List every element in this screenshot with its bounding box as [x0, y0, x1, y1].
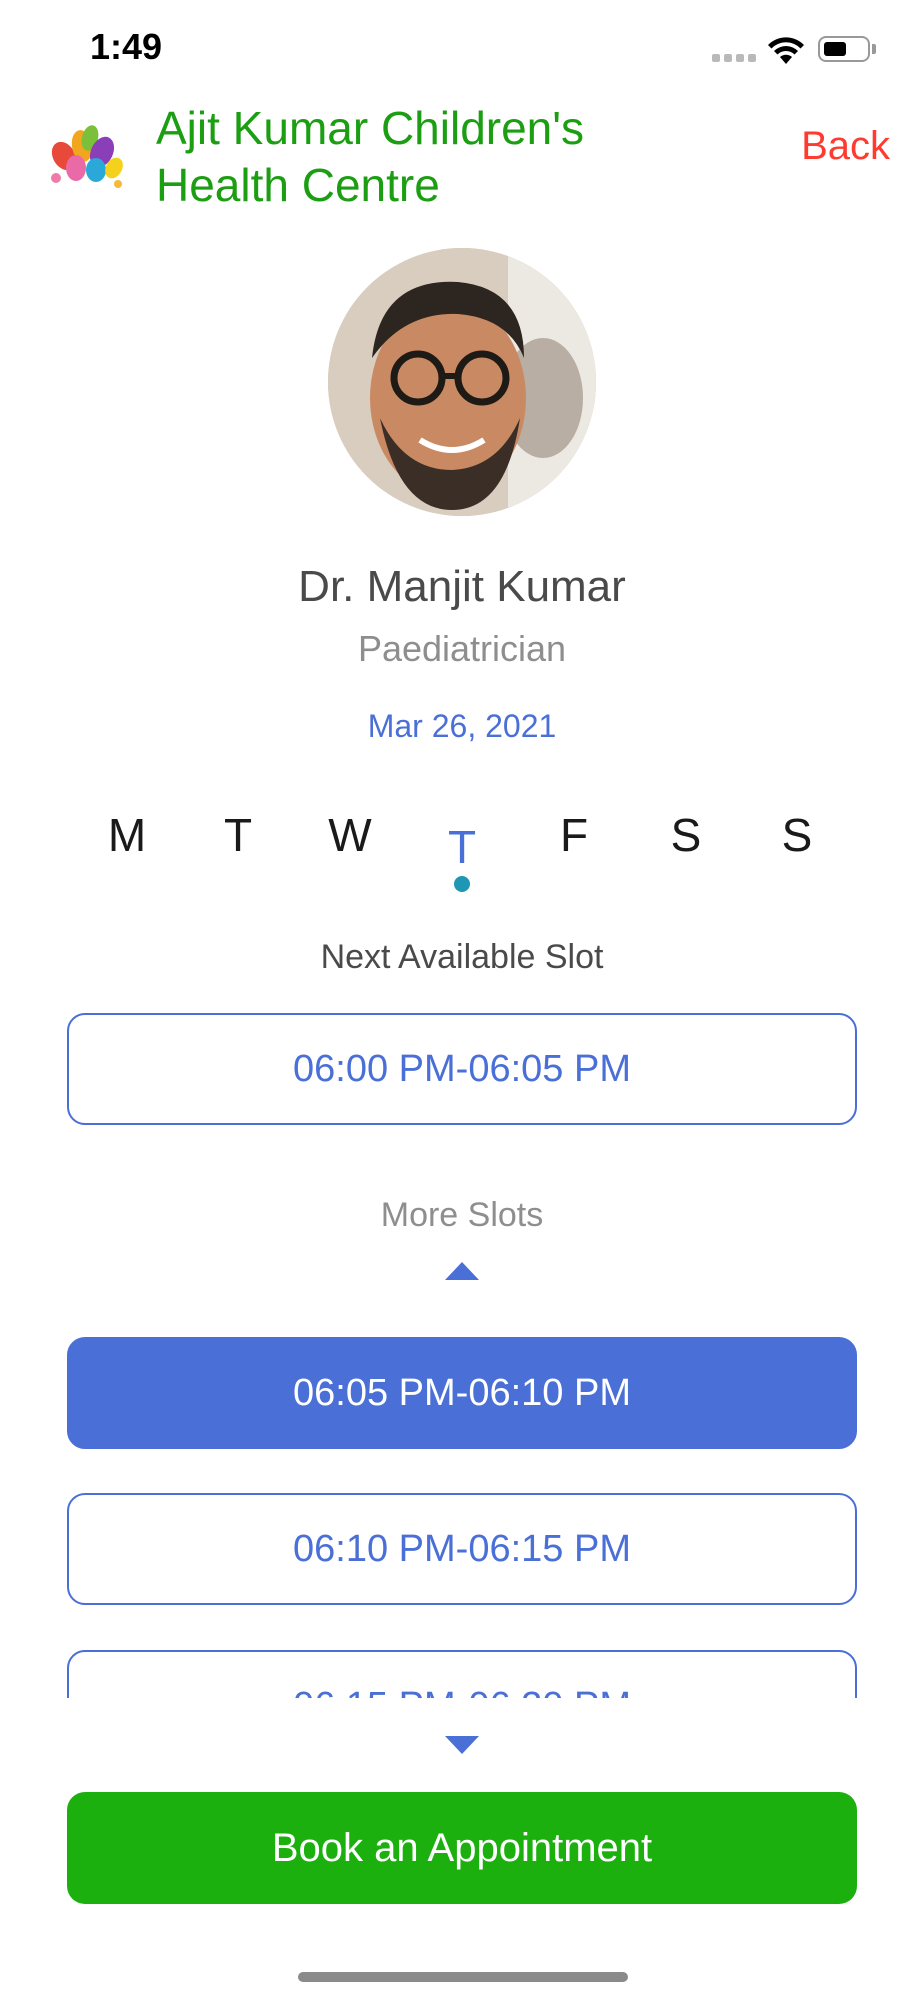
battery-icon	[818, 36, 870, 62]
book-appointment-button[interactable]: Book an Appointment	[67, 1792, 857, 1904]
selected-day-indicator	[454, 876, 470, 892]
clinic-logo	[42, 112, 128, 198]
selected-date[interactable]: Mar 26, 2021	[0, 708, 924, 745]
doctor-specialty: Paediatrician	[357, 628, 567, 669]
more-slots-label: More Slots	[380, 1196, 544, 1234]
wifi-icon	[766, 34, 806, 66]
next-available-slot[interactable]: 06:00 PM-06:05 PM	[67, 1013, 857, 1125]
day-sunday[interactable]: S	[752, 808, 842, 862]
slot-option[interactable]: 06:15 PM-06:20 PM	[67, 1650, 857, 1698]
day-saturday[interactable]: S	[641, 808, 731, 862]
slot-option[interactable]: 06:05 PM-06:10 PM	[67, 1337, 857, 1449]
slot-option[interactable]: 06:10 PM-06:15 PM	[67, 1493, 857, 1605]
battery-nub	[872, 44, 876, 54]
doctor-name: Dr. Manjit Kumar	[298, 562, 626, 611]
day-wednesday[interactable]: W	[305, 808, 395, 862]
status-time: 1:49	[90, 26, 163, 67]
more-slots-list[interactable]: 06:05 PM-06:10 PM 06:10 PM-06:15 PM 06:1…	[0, 1320, 924, 1698]
weekday-selector: M T W T F S S	[0, 808, 924, 908]
day-tuesday[interactable]: T	[193, 808, 283, 862]
cellular-signal-icon	[712, 54, 756, 62]
day-thursday[interactable]: T	[417, 820, 507, 874]
scroll-down-arrow-icon[interactable]	[445, 1736, 479, 1754]
day-friday[interactable]: F	[529, 808, 619, 862]
back-button[interactable]: Back	[801, 124, 890, 169]
day-monday[interactable]: M	[82, 808, 172, 862]
app-title: Ajit Kumar Children's Health Centre	[156, 102, 585, 211]
next-available-label: Next Available Slot	[320, 938, 604, 976]
doctor-avatar	[328, 248, 596, 516]
scroll-up-arrow-icon[interactable]	[445, 1262, 479, 1280]
home-indicator[interactable]	[298, 1972, 628, 1982]
